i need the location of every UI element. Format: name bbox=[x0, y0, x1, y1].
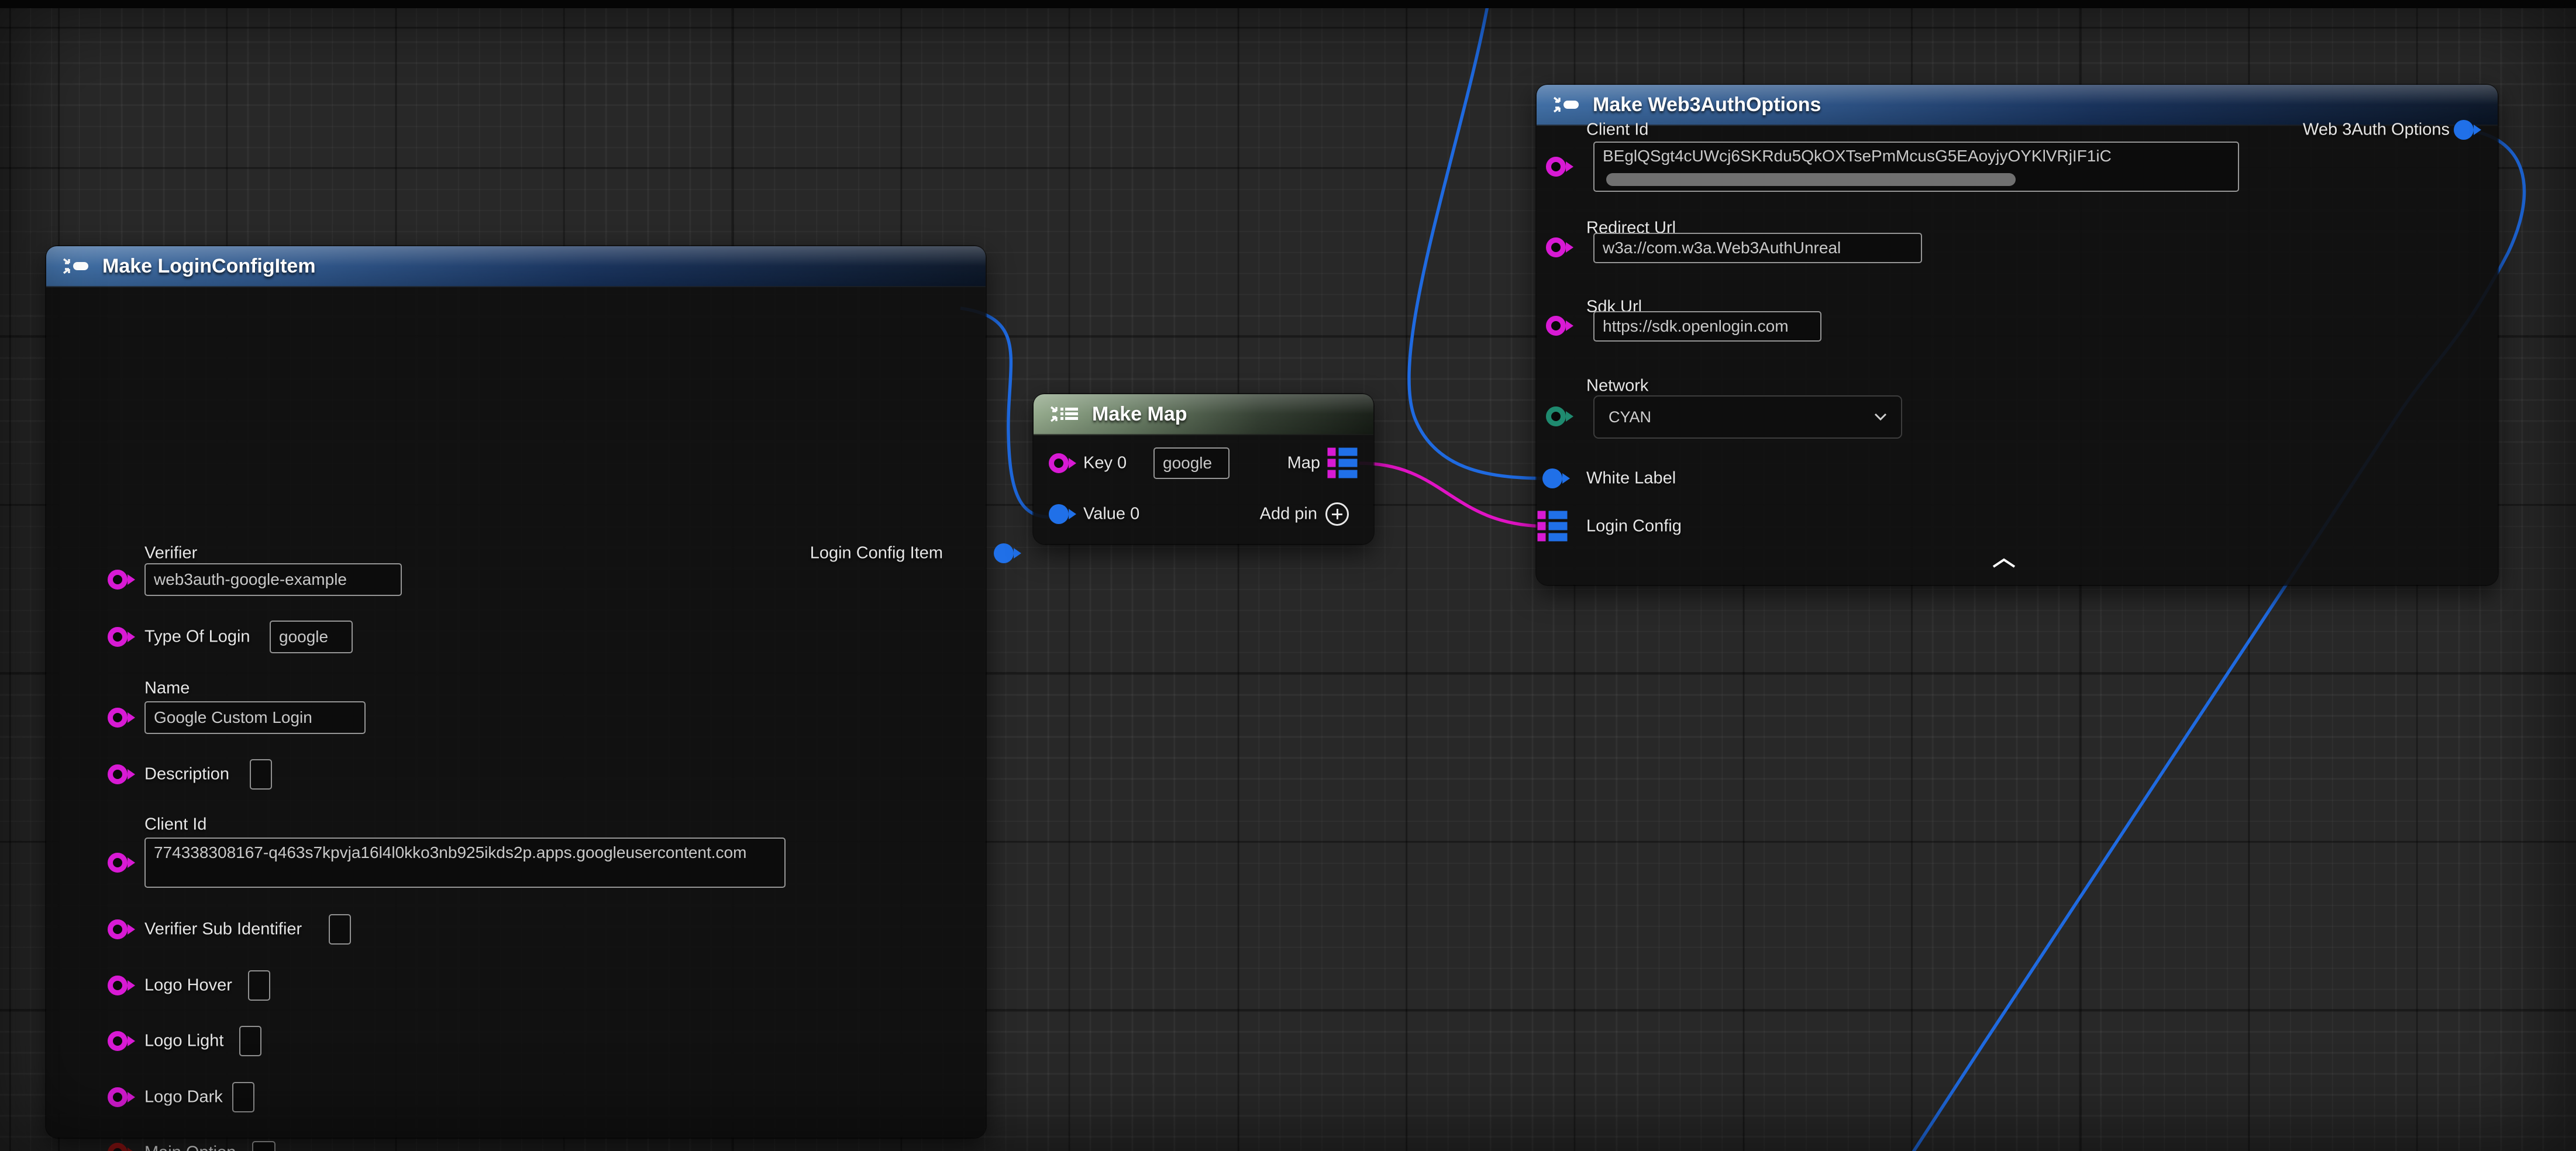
pin-label-client-id: Client Id bbox=[1586, 120, 1648, 140]
client-id-input[interactable]: 774338308167-q463s7kpvja16l4l0kko3nb925i… bbox=[144, 838, 786, 888]
redirect-url-input[interactable]: w3a://com.w3a.Web3AuthUnreal bbox=[1593, 233, 1922, 263]
wire-map-to-loginconfig[interactable] bbox=[1359, 463, 1549, 526]
pin-label-network: Network bbox=[1586, 377, 1648, 396]
node-title: Make Map bbox=[1092, 403, 1187, 426]
node-title: Make Web3AuthOptions bbox=[1593, 94, 1821, 116]
logo-dark-input[interactable] bbox=[232, 1082, 254, 1112]
pin-logo-hover[interactable] bbox=[108, 976, 128, 995]
pin-label-map-output: Map bbox=[1287, 454, 1320, 473]
pin-client-id[interactable] bbox=[108, 853, 128, 873]
verifier-sub-identifier-input[interactable] bbox=[329, 914, 351, 945]
pin-network[interactable] bbox=[1546, 406, 1566, 426]
node-header-make-map[interactable]: Make Map bbox=[1034, 394, 1373, 435]
name-input[interactable]: Google Custom Login bbox=[144, 701, 366, 734]
sdk-url-input[interactable]: https://sdk.openlogin.com bbox=[1593, 311, 1821, 342]
pin-redirect-url[interactable] bbox=[1546, 237, 1566, 257]
node-header-make-loginconfigitem[interactable]: Make LoginConfigItem bbox=[46, 246, 986, 287]
pin-value-0[interactable] bbox=[1049, 504, 1069, 524]
description-input[interactable] bbox=[250, 759, 272, 790]
pin-verifier[interactable] bbox=[108, 570, 128, 590]
logo-hover-input[interactable] bbox=[248, 970, 270, 1001]
add-pin-label: Add pin bbox=[1260, 505, 1317, 524]
pin-label-login-config: Login Config bbox=[1586, 517, 1682, 536]
blueprint-graph-canvas[interactable]: Make LoginConfigItem Login Config Item V… bbox=[0, 0, 2576, 1151]
node-make-web3authoptions[interactable]: Make Web3AuthOptions Web 3Auth Options C… bbox=[1537, 85, 2498, 585]
network-dropdown[interactable]: CYAN bbox=[1593, 395, 1902, 439]
pin-label-value-0: Value 0 bbox=[1083, 505, 1139, 524]
pin-sdk-url[interactable] bbox=[1546, 316, 1566, 336]
pin-label-description: Description bbox=[144, 765, 229, 784]
network-selected-value: CYAN bbox=[1609, 408, 1651, 426]
main-option-checkbox[interactable] bbox=[252, 1141, 275, 1151]
pin-verifier-sub-identifier[interactable] bbox=[108, 919, 128, 939]
output-pin-label: Login Config Item bbox=[810, 544, 943, 563]
pin-label-name: Name bbox=[144, 679, 190, 698]
add-pin-button[interactable] bbox=[1325, 502, 1349, 526]
viewport-top-edge bbox=[0, 0, 2576, 8]
pin-login-config[interactable] bbox=[1538, 511, 1568, 542]
pin-white-label[interactable] bbox=[1542, 468, 1562, 488]
pin-logo-light[interactable] bbox=[108, 1031, 128, 1051]
collapse-node-button[interactable] bbox=[1991, 557, 2017, 572]
pin-label-white-label: White Label bbox=[1586, 469, 1676, 488]
node-make-loginconfigitem[interactable]: Make LoginConfigItem Login Config Item V… bbox=[46, 246, 986, 1138]
pin-logo-dark[interactable] bbox=[108, 1087, 128, 1107]
pin-label-client-id: Client Id bbox=[144, 815, 206, 835]
pin-type-of-login[interactable] bbox=[108, 627, 128, 647]
pin-label-logo-light: Logo Light bbox=[144, 1032, 223, 1051]
output-pin-label: Web 3Auth Options bbox=[2303, 120, 2450, 140]
node-header-make-web3authoptions[interactable]: Make Web3AuthOptions bbox=[1537, 85, 2498, 126]
pin-label-logo-dark: Logo Dark bbox=[144, 1088, 223, 1107]
pin-label-key-0: Key 0 bbox=[1083, 454, 1127, 473]
pin-main-option[interactable] bbox=[108, 1143, 128, 1151]
pin-label-verifier: Verifier bbox=[144, 544, 197, 563]
pin-login-config-item-output[interactable] bbox=[994, 543, 1014, 563]
textbox-scrollbar[interactable] bbox=[1606, 173, 2016, 186]
pin-label-verifier-sub-identifier: Verifier Sub Identifier bbox=[144, 920, 302, 939]
node-title: Make LoginConfigItem bbox=[102, 255, 316, 278]
chevron-up-icon bbox=[1991, 557, 2017, 569]
pin-name[interactable] bbox=[108, 708, 128, 728]
chevron-down-icon bbox=[1874, 413, 1887, 421]
pin-client-id[interactable] bbox=[1546, 157, 1566, 177]
make-struct-icon bbox=[61, 256, 92, 277]
key-0-input[interactable]: google bbox=[1153, 447, 1230, 479]
logo-light-input[interactable] bbox=[239, 1026, 261, 1056]
pin-key-0[interactable] bbox=[1049, 453, 1069, 473]
type-of-login-input[interactable]: google bbox=[270, 621, 353, 653]
pin-map-output[interactable] bbox=[1328, 448, 1358, 479]
make-map-icon bbox=[1049, 404, 1082, 425]
pin-label-logo-hover: Logo Hover bbox=[144, 976, 232, 995]
pin-label-type-of-login: Type Of Login bbox=[144, 628, 250, 647]
node-make-map[interactable]: Make Map Key 0 google Value 0 Map Add pi… bbox=[1034, 394, 1373, 544]
make-struct-icon bbox=[1552, 94, 1582, 115]
pin-label-main-option: Main Option bbox=[144, 1143, 236, 1151]
wire-offscreen-to-whitelabel[interactable] bbox=[1409, 0, 1549, 478]
verifier-input[interactable]: web3auth-google-example bbox=[144, 563, 402, 596]
pin-web3auth-options-output[interactable] bbox=[2454, 120, 2474, 140]
pin-description[interactable] bbox=[108, 764, 128, 784]
